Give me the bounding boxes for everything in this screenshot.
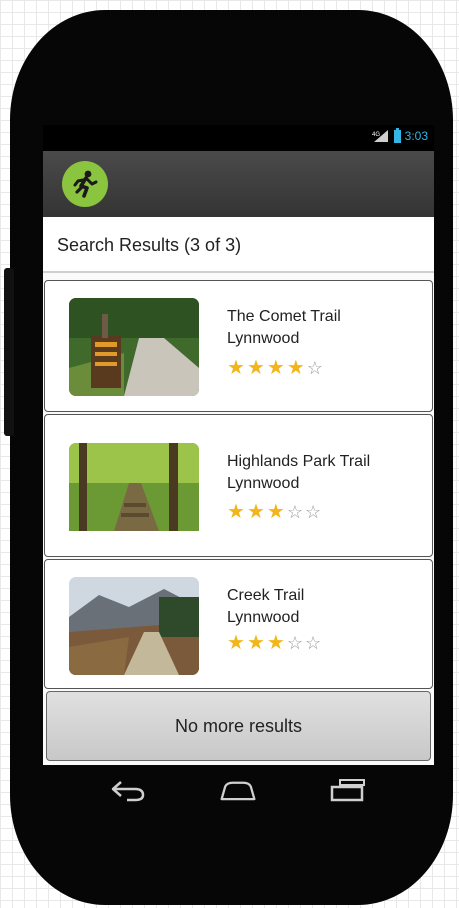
star-outline-icon: ☆ bbox=[286, 502, 303, 522]
battery-icon bbox=[393, 127, 401, 143]
star-outline-icon: ☆ bbox=[306, 358, 323, 378]
star-icon: ★ bbox=[227, 632, 245, 654]
recent-apps-icon[interactable] bbox=[328, 774, 368, 806]
nav-bar bbox=[43, 766, 434, 816]
star-icon: ★ bbox=[246, 632, 265, 654]
trail-photo bbox=[69, 298, 199, 396]
star-rating: ★ ★ ★ ☆ ☆ bbox=[227, 502, 321, 522]
star-icon: ★ bbox=[286, 357, 305, 379]
no-more-results-bar: No more results bbox=[46, 691, 431, 761]
screen: 4G 3:03 Search Results (3 of 3) The Come… bbox=[43, 125, 434, 765]
star-outline-icon: ☆ bbox=[304, 633, 322, 653]
result-card[interactable]: Highlands Park Trail Lynnwood ★ ★ ★ ☆ ☆ bbox=[44, 414, 433, 557]
trail-name: Creek Trail bbox=[227, 587, 305, 604]
star-outline-icon: ☆ bbox=[286, 633, 303, 653]
status-bar: 4G 3:03 bbox=[43, 125, 434, 151]
star-icon: ★ bbox=[266, 632, 285, 654]
svg-text:4G: 4G bbox=[372, 132, 380, 138]
trail-location: Lynnwood bbox=[227, 475, 300, 492]
mountain-photo bbox=[69, 577, 199, 675]
home-icon[interactable] bbox=[218, 774, 258, 806]
results-title: Search Results (3 of 3) bbox=[57, 235, 242, 255]
forest-photo bbox=[69, 443, 199, 541]
trail-name: Highlands Park Trail bbox=[227, 453, 371, 470]
result-card[interactable]: The Comet Trail Lynnwood ★ ★ ★ ★ ☆ bbox=[44, 280, 433, 412]
side-button bbox=[4, 268, 14, 436]
result-card[interactable]: Creek Trail Lynnwood ★ ★ ★ ☆ ☆ bbox=[44, 559, 433, 689]
status-time: 3:03 bbox=[404, 129, 428, 143]
star-icon: ★ bbox=[266, 357, 285, 379]
trail-location: Lynnwood bbox=[227, 330, 300, 347]
star-rating: ★ ★ ★ ☆ ☆ bbox=[227, 633, 321, 653]
star-icon: ★ bbox=[266, 501, 285, 523]
trail-location: Lynnwood bbox=[227, 609, 300, 626]
signal-icon: 4G bbox=[372, 130, 388, 142]
star-icon: ★ bbox=[227, 357, 245, 379]
star-rating: ★ ★ ★ ★ ☆ bbox=[227, 358, 323, 378]
trail-name: The Comet Trail bbox=[227, 308, 341, 325]
action-bar bbox=[43, 151, 434, 217]
results-header: Search Results (3 of 3) bbox=[43, 217, 434, 273]
star-icon: ★ bbox=[246, 501, 265, 523]
running-person-icon[interactable] bbox=[62, 161, 108, 207]
star-icon: ★ bbox=[227, 501, 245, 523]
star-icon: ★ bbox=[246, 357, 265, 379]
back-icon[interactable] bbox=[109, 774, 149, 806]
star-outline-icon: ☆ bbox=[304, 502, 322, 522]
